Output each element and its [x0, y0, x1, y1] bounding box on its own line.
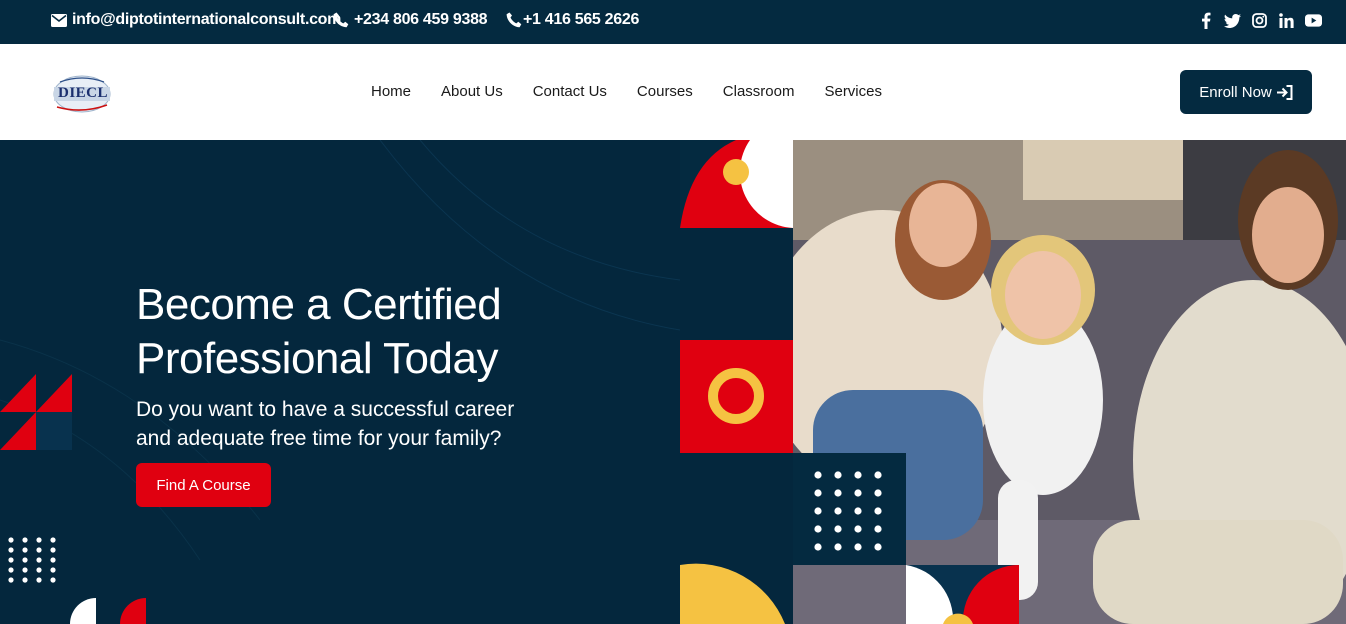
phone-icon [333, 12, 349, 28]
decor-dot [50, 537, 56, 543]
email-text: info@diptotinternationalconsult.com [72, 11, 342, 28]
enroll-now-label: Enroll Now [1199, 83, 1272, 101]
hero-subtitle-line-2: and adequate free time for your family? [136, 427, 502, 450]
decor-dot [814, 471, 822, 479]
find-course-label: Find A Course [156, 476, 251, 494]
decor-dot [8, 547, 14, 553]
phone-link-1[interactable]: +234 806 459 9388 [333, 11, 488, 29]
decor-dot [854, 471, 862, 479]
twitter-icon[interactable] [1224, 12, 1241, 29]
decor-dot [50, 577, 56, 583]
sign-in-icon [1276, 84, 1293, 100]
left-bottom-semicircles [70, 598, 146, 624]
decor-dot [22, 547, 28, 553]
decor-dot [36, 557, 42, 563]
nav-classroom[interactable]: Classroom [723, 83, 795, 100]
decor-dot [22, 577, 28, 583]
decor-dot [854, 489, 862, 497]
youtube-icon[interactable] [1305, 12, 1322, 29]
main-nav: Home About Us Contact Us Courses Classro… [371, 83, 882, 100]
decor-dot [36, 547, 42, 553]
site-logo[interactable]: DIECL [52, 74, 112, 114]
decor-dot [50, 567, 56, 573]
decor-dot [8, 557, 14, 563]
phone-icon [506, 12, 522, 28]
photo-overlay-tiles [793, 453, 1019, 624]
hero-subtitle-line-1: Do you want to have a successful career [136, 398, 515, 421]
nav-services[interactable]: Services [824, 83, 882, 100]
find-course-button[interactable]: Find A Course [136, 463, 271, 507]
decor-dot [834, 489, 842, 497]
hero-section: Become a Certified Professional Today Do… [0, 140, 1346, 624]
linkedin-icon[interactable] [1278, 12, 1295, 29]
decor-dot [874, 471, 882, 479]
nav-about-us[interactable]: About Us [441, 83, 503, 100]
enroll-now-button[interactable]: Enroll Now [1180, 70, 1312, 114]
decor-dot [874, 489, 882, 497]
decor-dot [8, 577, 14, 583]
instagram-icon[interactable] [1251, 12, 1268, 29]
facebook-icon[interactable] [1197, 12, 1214, 29]
hero-title-line-1: Become a Certified [136, 280, 502, 329]
nav-contact-us[interactable]: Contact Us [533, 83, 607, 100]
decor-dot [874, 543, 882, 551]
social-links [1197, 12, 1322, 29]
decor-dot [854, 507, 862, 515]
decor-dot [834, 543, 842, 551]
decor-dot [834, 525, 842, 533]
hero-title: Become a Certified Professional Today [136, 278, 502, 386]
phone-text-1: +234 806 459 9388 [354, 11, 488, 28]
decor-dot [8, 537, 14, 543]
hero-title-line-2: Professional Today [136, 334, 498, 383]
decor-dot [874, 507, 882, 515]
decor-dot [22, 537, 28, 543]
decor-dot [22, 557, 28, 563]
hero-subtitle: Do you want to have a successful career … [136, 395, 514, 453]
nav-courses[interactable]: Courses [637, 83, 693, 100]
main-navbar: DIECL Home About Us Contact Us Courses C… [0, 44, 1346, 140]
decor-dot [854, 525, 862, 533]
left-dot-grid [8, 537, 56, 583]
decor-dot [834, 507, 842, 515]
decor-dot [36, 567, 42, 573]
logo-text: DIECL [58, 85, 109, 101]
left-triangle-tile [0, 374, 72, 450]
envelope-icon [51, 13, 67, 27]
decor-dot [22, 567, 28, 573]
decor-dot [854, 543, 862, 551]
decor-dot [50, 547, 56, 553]
email-link[interactable]: info@diptotinternationalconsult.com [51, 11, 341, 29]
decor-dot [36, 537, 42, 543]
decor-dot [874, 525, 882, 533]
decor-dot [814, 507, 822, 515]
top-contact-bar: info@diptotinternationalconsult.com +234… [0, 0, 1346, 44]
decor-dot [36, 577, 42, 583]
phone-link-2[interactable]: +1 416 565 2626 [506, 11, 639, 29]
decor-dot [50, 557, 56, 563]
decor-dot [8, 567, 14, 573]
phone-text-2: +1 416 565 2626 [523, 11, 640, 28]
decor-dot [814, 543, 822, 551]
decor-dot [814, 525, 822, 533]
decor-dot [834, 471, 842, 479]
decor-dot [814, 489, 822, 497]
nav-home[interactable]: Home [371, 83, 411, 100]
